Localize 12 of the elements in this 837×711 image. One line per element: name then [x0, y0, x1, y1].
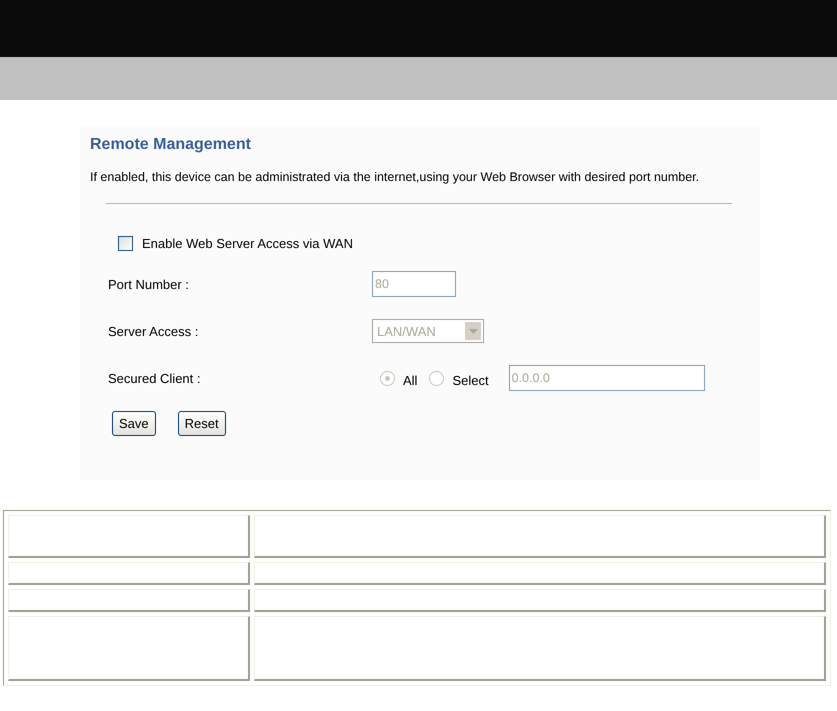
reset-button[interactable]: Reset	[178, 411, 226, 436]
section-title: Remote Management	[90, 136, 252, 154]
save-button[interactable]: Save	[112, 411, 156, 436]
field-label: Port Number :	[107, 276, 190, 292]
enable-checkbox[interactable]	[118, 236, 133, 251]
caret-icon	[468, 328, 478, 334]
field-label: Server Access :	[107, 324, 200, 338]
checkbox-label: Enable Web Server Access via WAN	[142, 236, 353, 251]
radio-label: All	[403, 372, 418, 388]
field-label: Secured Client :	[107, 370, 202, 386]
section-description: If enabled, this device can be administrated via the internet,using your Web Browser with desired port number.	[90, 169, 700, 186]
radio-label: Select	[452, 372, 489, 388]
